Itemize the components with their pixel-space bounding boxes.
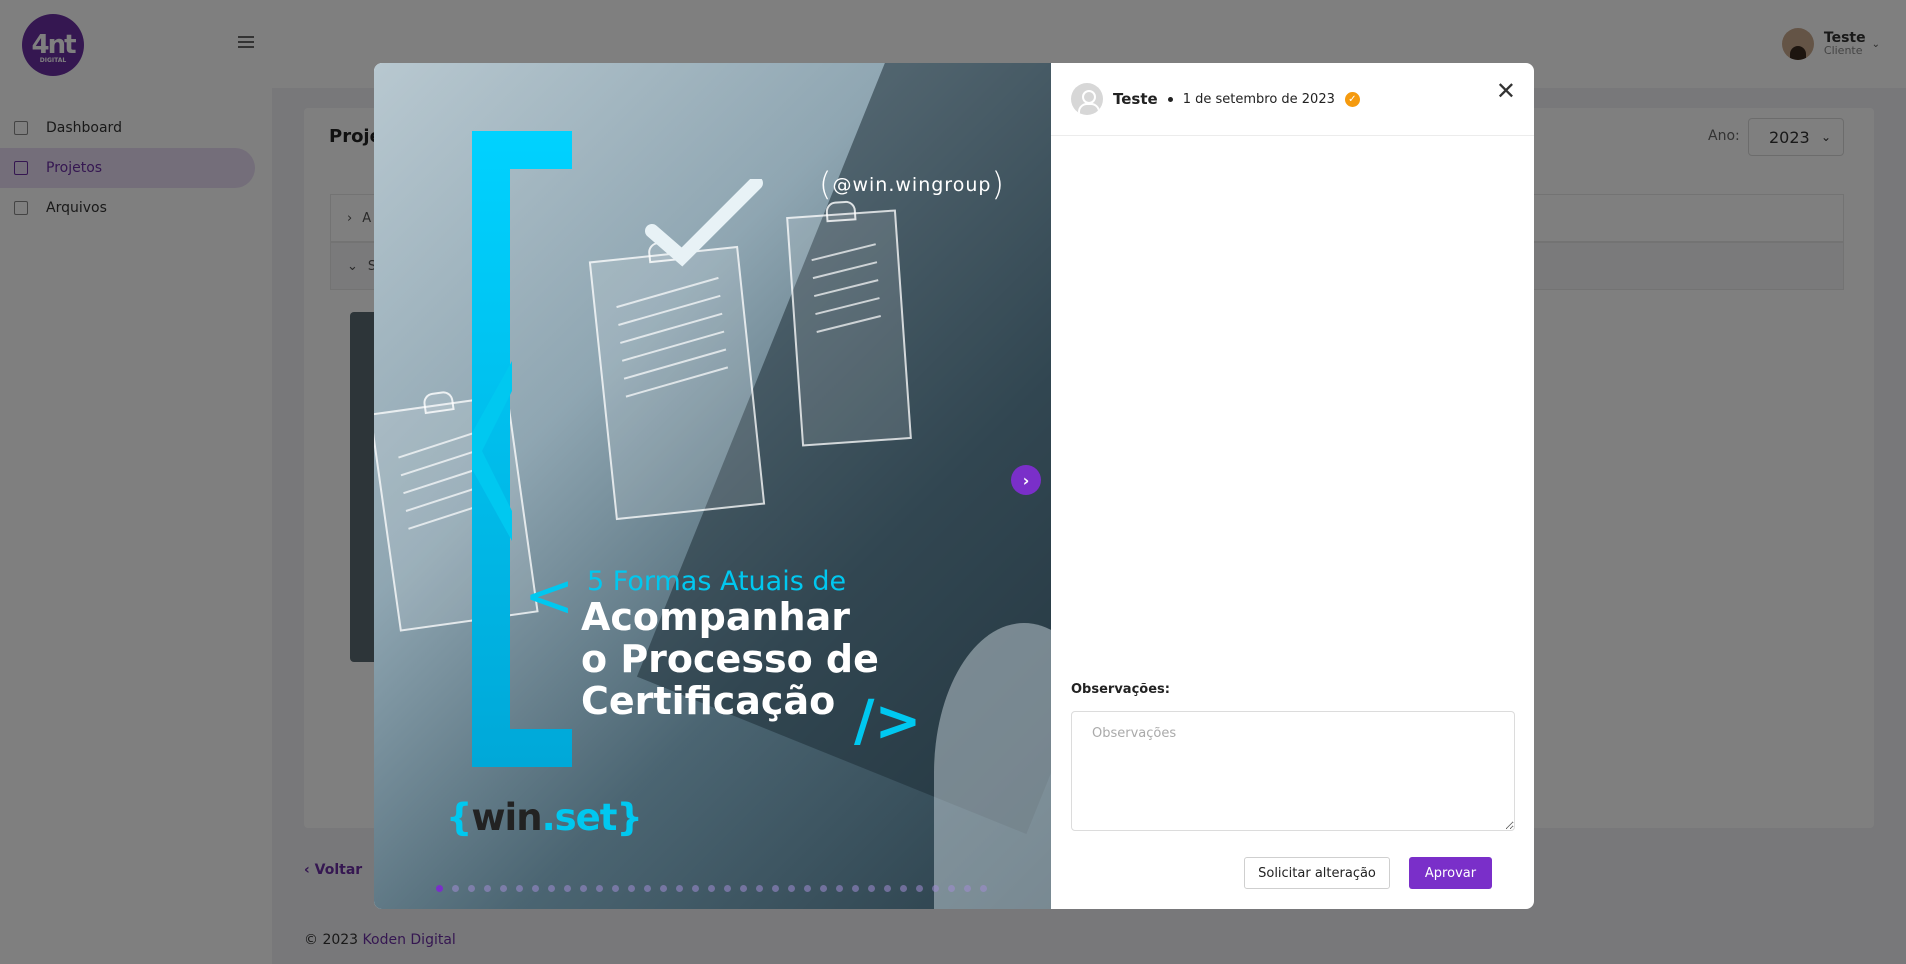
carousel-dot[interactable]	[532, 885, 539, 892]
carousel-dot[interactable]	[964, 885, 971, 892]
social-handle-text: @win.wingroup	[832, 174, 992, 196]
carousel-pagination	[436, 885, 996, 892]
carousel-dot[interactable]	[804, 885, 811, 892]
carousel-dot[interactable]	[660, 885, 667, 892]
carousel-dot[interactable]	[740, 885, 747, 892]
carousel-dot[interactable]	[500, 885, 507, 892]
observations-field[interactable]	[1071, 711, 1515, 831]
carousel-dot[interactable]	[612, 885, 619, 892]
carousel-dot[interactable]	[628, 885, 635, 892]
carousel-next-button[interactable]: ›	[1011, 465, 1041, 495]
carousel-dot[interactable]	[644, 885, 651, 892]
close-icon[interactable]: ✕	[1496, 77, 1516, 105]
carousel-dot[interactable]	[468, 885, 475, 892]
carousel-dot[interactable]	[820, 885, 827, 892]
winset-logo: {win.set}	[446, 796, 643, 839]
check-badge-icon: ✓	[1344, 91, 1360, 107]
carousel-dot[interactable]	[596, 885, 603, 892]
less-than-glyph: <	[524, 561, 575, 631]
winset-win: win	[471, 796, 542, 839]
post-title-line: Acompanhar	[581, 595, 850, 639]
carousel-dot[interactable]	[452, 885, 459, 892]
chevron-right-icon: ›	[1022, 470, 1030, 490]
post-subtitle: 5 Formas Atuais de	[587, 566, 847, 597]
observations-label: Observações:	[1071, 682, 1170, 697]
carousel-dot[interactable]	[948, 885, 955, 892]
separator-dot	[1167, 96, 1173, 102]
post-date: 1 de setembro de 2023	[1182, 91, 1335, 107]
carousel-dot[interactable]	[836, 885, 843, 892]
carousel-dot[interactable]	[564, 885, 571, 892]
carousel-dot[interactable]	[708, 885, 715, 892]
winset-brace-open: {	[446, 796, 472, 839]
carousel-dot[interactable]	[516, 885, 523, 892]
author-avatar	[1071, 83, 1103, 115]
winset-set: .set	[541, 796, 618, 839]
post-title-line: o Processo de	[581, 637, 879, 681]
review-panel: Teste 1 de setembro de 2023 ✓ ✕ Observaç…	[1051, 63, 1534, 909]
carousel-dot[interactable]	[436, 885, 443, 892]
clipboard-graphic	[588, 240, 766, 521]
checkmark-graphic	[645, 179, 763, 267]
carousel-dot[interactable]	[692, 885, 699, 892]
author-name: Teste	[1113, 90, 1158, 108]
review-modal: (@win.wingroup) < 5 Formas Atuais de Aco…	[374, 63, 1534, 909]
social-handle: (@win.wingroup)	[819, 165, 1005, 203]
carousel-dot[interactable]	[756, 885, 763, 892]
carousel-dot[interactable]	[724, 885, 731, 892]
carousel-dot[interactable]	[548, 885, 555, 892]
carousel-dot[interactable]	[676, 885, 683, 892]
carousel-dot[interactable]	[788, 885, 795, 892]
carousel-dot[interactable]	[580, 885, 587, 892]
carousel-dot[interactable]	[484, 885, 491, 892]
code-tag-glyph: />	[854, 689, 922, 754]
post-image-carousel: (@win.wingroup) < 5 Formas Atuais de Aco…	[374, 63, 1051, 909]
carousel-dot[interactable]	[932, 885, 939, 892]
carousel-dot[interactable]	[884, 885, 891, 892]
approve-button[interactable]: Aprovar	[1409, 857, 1492, 889]
winset-brace-close: }	[616, 796, 642, 839]
carousel-dot[interactable]	[852, 885, 859, 892]
bracket-graphic	[472, 131, 572, 767]
carousel-dot[interactable]	[916, 885, 923, 892]
clipboard-graphic	[786, 200, 912, 447]
post-header: Teste 1 de setembro de 2023 ✓ ✕	[1051, 63, 1534, 136]
carousel-dot[interactable]	[868, 885, 875, 892]
carousel-dot[interactable]	[980, 885, 987, 892]
request-change-button[interactable]: Solicitar alteração	[1244, 857, 1390, 889]
carousel-dot[interactable]	[900, 885, 907, 892]
carousel-dot[interactable]	[772, 885, 779, 892]
